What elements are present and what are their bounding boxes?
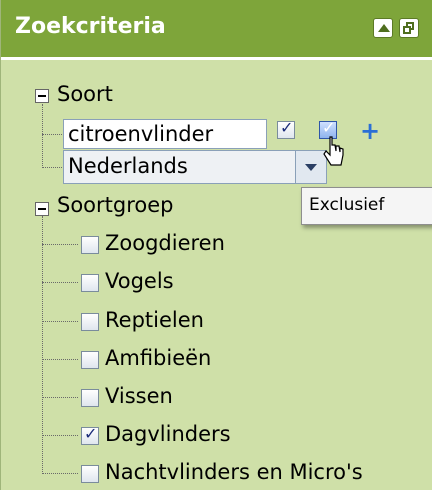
language-select[interactable]: Nederlands [63,150,327,184]
soortgroep-item-label: Amfibieën [105,346,212,370]
tree-line [42,473,78,474]
soortgroep-item-label: Zoogdieren [105,231,225,255]
soortgroep-item-label: Vissen [105,384,173,408]
species-search-input[interactable]: citroenvlinder [63,119,267,149]
tree-line [42,321,78,322]
collapse-soort-toggle[interactable] [35,89,49,103]
tree-line [42,282,78,283]
collapse-soortgroep-toggle[interactable] [35,202,49,216]
soort-label: Soort [57,82,113,106]
checkbox-vogels[interactable] [81,274,99,292]
tree-line [42,359,78,360]
restore-window-icon[interactable] [399,18,419,38]
tree-line [42,104,43,168]
tree-line [42,435,78,436]
soortgroep-label: Soortgroep [57,193,174,217]
tree-line [42,397,78,398]
tree-line [42,167,62,168]
soortgroep-item-label: Vogels [105,269,174,293]
checkbox-zoogdieren[interactable] [81,236,99,254]
checkbox-amfibieen[interactable] [81,351,99,369]
checkbox-reptielen[interactable] [81,313,99,331]
tree-line [42,244,78,245]
mouse-pointer-icon [323,136,344,166]
soort-option-checkbox[interactable]: ✓ [277,118,295,139]
checkbox-dagvlinders[interactable]: ✓ [81,424,99,445]
checkbox-nachtvlinders[interactable] [81,465,99,483]
panel-header: Zoekcriteria [1,0,432,60]
checkbox-vissen[interactable] [81,389,99,407]
collapse-up-icon[interactable] [373,18,393,38]
panel-title: Zoekcriteria [15,14,166,39]
exclusief-tooltip: Exclusief [301,187,432,225]
add-icon[interactable]: + [360,117,380,145]
soortgroep-item-label: Reptielen [105,308,204,332]
soortgroep-item-label: Dagvlinders [105,422,231,446]
soortgroep-item-label: Nachtvlinders en Micro's [105,460,363,484]
search-criteria-panel: Zoekcriteria Soort citroenvlinder ✓ ✓ + … [0,0,432,490]
tree-line [42,134,62,135]
